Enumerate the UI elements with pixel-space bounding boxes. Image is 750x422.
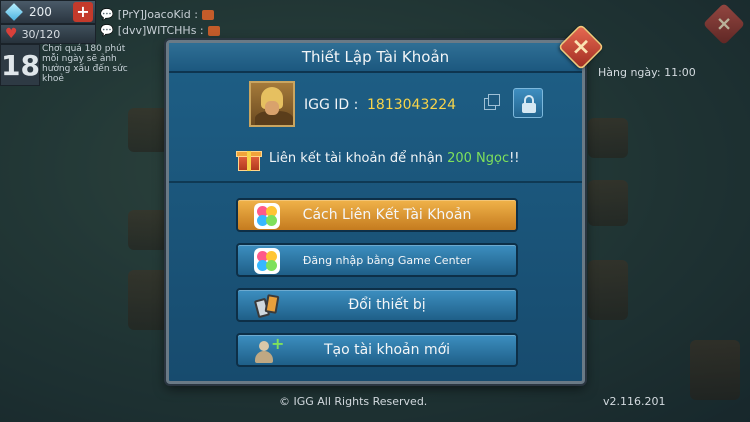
play-time-warning: Chơi quá 180 phút mỗi ngày sẽ ảnh hưởng … [42, 44, 128, 84]
chat-icon: 💬 [100, 8, 114, 21]
player-level: 18 [0, 44, 40, 86]
chat-line[interactable]: 💬 [dvv]WITCHHs : [100, 24, 220, 37]
switch-device-button[interactable]: Đổi thiết bị [236, 288, 518, 322]
link-reward-text: Liên kết tài khoản để nhận 200 Ngọc!! [269, 151, 520, 166]
game-center-login-button[interactable]: Đăng nhập bằng Game Center [236, 243, 518, 277]
heart-icon: ♥ [5, 26, 18, 42]
game-center-icon [254, 248, 280, 274]
stamina-counter: ♥ 30/120 [0, 24, 96, 44]
chat-line[interactable]: 💬 [PrY]JoacoKid : [100, 8, 214, 21]
dialog-title: Thiết Lập Tài Khoản [169, 43, 582, 73]
account-lock-button[interactable] [513, 88, 543, 118]
igg-id-value: 1813043224 [367, 97, 457, 113]
chat-text: [dvv]WITCHHs : [117, 24, 204, 37]
gift-icon [236, 146, 262, 172]
avatar-face [265, 101, 279, 115]
promo-suffix: !! [509, 151, 520, 166]
chat-badge-icon [207, 25, 220, 36]
copy-icon[interactable] [484, 94, 500, 110]
chat-text: [PrY]JoacoKid : [117, 8, 198, 21]
add-user-icon: + [254, 334, 284, 364]
background-close-button[interactable]: × [702, 2, 746, 46]
close-icon: × [715, 12, 733, 36]
promo-reward: 200 Ngọc [447, 151, 510, 166]
close-icon: × [571, 32, 591, 61]
player-avatar [249, 81, 295, 127]
gem-value: 200 [29, 5, 52, 19]
create-account-button[interactable]: + Tạo tài khoản mới [236, 333, 518, 367]
gem-icon [5, 3, 23, 21]
promo-prefix: Liên kết tài khoản để nhận [269, 151, 443, 166]
lock-icon-body [522, 103, 536, 113]
version-text: v2.116.201 [603, 395, 666, 408]
add-gems-button[interactable]: + [73, 2, 93, 22]
game-center-icon [254, 203, 280, 229]
gift-ribbon [247, 151, 251, 171]
gem-counter: 200 + [0, 0, 96, 24]
chat-icon: 💬 [100, 24, 114, 37]
stamina-value: 30/120 [21, 27, 61, 41]
chat-badge-icon [201, 9, 214, 20]
account-settings-dialog: Thiết Lập Tài Khoản IGG ID : 1813043224 … [166, 40, 585, 384]
how-to-link-button[interactable]: Cách Liên Kết Tài Khoản [236, 198, 518, 232]
igg-id-label: IGG ID : [304, 97, 359, 113]
device-switch-icon [253, 293, 280, 319]
dialog-divider [169, 181, 582, 183]
copyright-text: © IGG All Rights Reserved. [279, 395, 428, 408]
daily-reset-text: Hàng ngày: 11:00 [598, 66, 696, 79]
